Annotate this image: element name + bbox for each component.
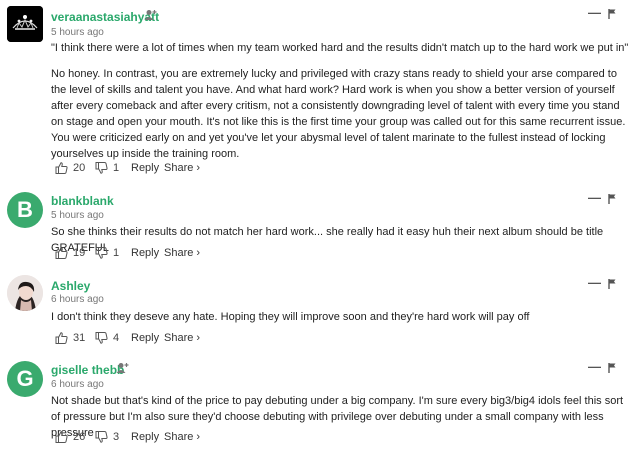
like-count: 19	[73, 247, 86, 259]
dislike-count: 1	[113, 162, 120, 174]
flag-icon[interactable]	[608, 363, 616, 373]
follow-user-icon[interactable]	[144, 9, 157, 21]
like-button[interactable]: 20	[55, 162, 85, 174]
comment-quote: "I think there were a lot of times when …	[51, 42, 629, 54]
user-photo-icon	[7, 275, 43, 311]
thumbs-up-icon	[55, 247, 68, 259]
reply-button[interactable]: Reply	[131, 247, 159, 259]
like-button[interactable]: 19	[55, 247, 85, 259]
dislike-count: 1	[113, 247, 120, 259]
username[interactable]: Ashley	[51, 279, 90, 293]
dislike-button[interactable]: 3	[95, 431, 119, 443]
avatar[interactable]: B	[7, 192, 43, 228]
dislike-count: 3	[113, 431, 120, 443]
like-button[interactable]: 31	[55, 332, 85, 344]
reply-button[interactable]: Reply	[131, 332, 159, 344]
dislike-button[interactable]: 1	[95, 162, 119, 174]
comment-body: I don't think they deseve any hate. Hopi…	[51, 311, 530, 323]
flag-icon[interactable]	[608, 194, 616, 204]
timestamp[interactable]: 6 hours ago	[51, 294, 104, 305]
minimize-button[interactable]: —	[588, 276, 601, 289]
like-count: 26	[73, 431, 86, 443]
minimize-button[interactable]: —	[588, 191, 601, 204]
like-count: 31	[73, 332, 86, 344]
share-button[interactable]: Share ›	[164, 247, 200, 259]
dislike-count: 4	[113, 332, 120, 344]
reply-button[interactable]: Reply	[131, 431, 159, 443]
share-button[interactable]: Share ›	[164, 332, 200, 344]
dislike-button[interactable]: 4	[95, 332, 119, 344]
comment-body: No honey. In contrast, you are extremely…	[51, 68, 626, 160]
thumbs-down-icon	[95, 162, 108, 174]
like-button[interactable]: 26	[55, 431, 85, 443]
share-button[interactable]: Share ›	[164, 431, 200, 443]
avatar[interactable]	[7, 275, 43, 311]
minimize-button[interactable]: —	[588, 6, 601, 19]
thumbs-down-icon	[95, 431, 108, 443]
timestamp[interactable]: 5 hours ago	[51, 210, 104, 221]
thumbs-up-icon	[55, 431, 68, 443]
share-button[interactable]: Share ›	[164, 162, 200, 174]
thumbs-up-icon	[55, 162, 68, 174]
timestamp[interactable]: 6 hours ago	[51, 379, 104, 390]
like-count: 20	[73, 162, 86, 174]
flag-icon[interactable]	[608, 279, 616, 289]
thumbs-down-icon	[95, 332, 108, 344]
dislike-button[interactable]: 1	[95, 247, 119, 259]
username[interactable]: veraanastasiahyatt	[51, 10, 159, 24]
thumbs-down-icon	[95, 247, 108, 259]
thumbs-up-icon	[55, 332, 68, 344]
follow-user-icon[interactable]	[116, 362, 129, 374]
avatar[interactable]: G	[7, 361, 43, 397]
minimize-button[interactable]: —	[588, 360, 601, 373]
reply-button[interactable]: Reply	[131, 162, 159, 174]
flag-icon[interactable]	[608, 9, 616, 19]
username[interactable]: blankblank	[51, 194, 114, 208]
username[interactable]: giselle thebb	[51, 363, 124, 377]
timestamp[interactable]: 5 hours ago	[51, 27, 104, 38]
avatar[interactable]	[7, 6, 43, 42]
tiara-icon	[7, 6, 43, 42]
